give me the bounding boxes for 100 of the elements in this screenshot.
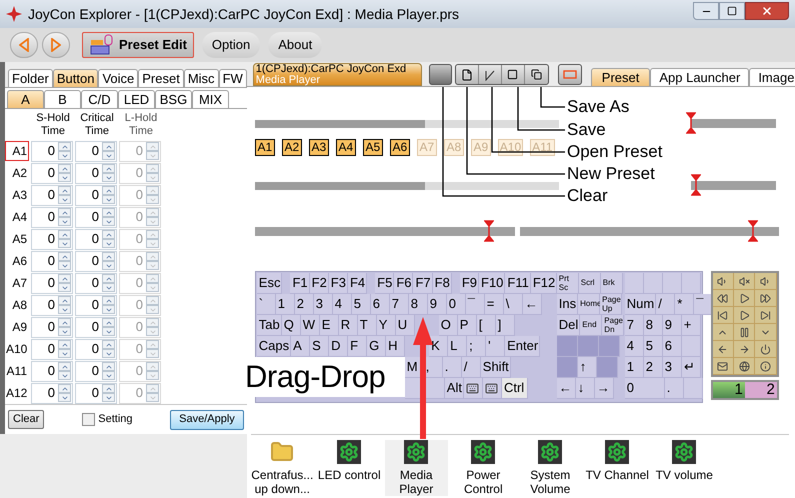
- number-spinner[interactable]: 0: [75, 228, 117, 250]
- maximize-button[interactable]: [719, 2, 745, 20]
- number-spinner[interactable]: 0: [31, 360, 73, 382]
- number-spinner[interactable]: 0: [31, 272, 73, 294]
- save-apply-button[interactable]: Save/Apply: [170, 410, 244, 430]
- keyboard-key[interactable]: 7: [624, 315, 644, 336]
- sub-tab[interactable]: B: [44, 90, 81, 108]
- clear-button[interactable]: Clear: [8, 410, 44, 429]
- media-pad-button[interactable]: [755, 358, 777, 375]
- keyboard-key[interactable]: Esc: [256, 273, 282, 294]
- keyboard-key[interactable]: ↓: [576, 378, 595, 399]
- keyboard-key[interactable]: W: [300, 315, 320, 336]
- fullscreen-button[interactable]: [558, 64, 582, 85]
- keyboard-key[interactable]: F6: [394, 273, 414, 294]
- media-pad-button[interactable]: [755, 290, 777, 307]
- sub-tab[interactable]: BSG: [155, 90, 192, 108]
- media-pad-button[interactable]: [712, 341, 734, 358]
- number-spinner[interactable]: 0: [75, 272, 117, 294]
- keyboard-key[interactable]: Shift: [480, 357, 511, 378]
- keyboard-key[interactable]: End: [580, 315, 602, 336]
- keyboard-key[interactable]: Scrl: [578, 273, 601, 294]
- launcher-item[interactable]: LED control: [318, 440, 381, 482]
- keyboard-key[interactable]: Y: [376, 315, 396, 336]
- keyboard-key[interactable]: Brk: [600, 273, 623, 294]
- keyboard-key[interactable]: /: [462, 357, 481, 378]
- keyboard-key[interactable]: 6: [662, 336, 682, 357]
- media-pad-button[interactable]: [734, 273, 756, 290]
- keyboard-key[interactable]: *: [675, 294, 694, 315]
- sub-tab[interactable]: LED: [118, 90, 155, 108]
- keyboard-key[interactable]: G: [367, 336, 386, 357]
- keyboard-key[interactable]: S: [310, 336, 330, 357]
- slot-button[interactable]: A4: [336, 139, 356, 156]
- keyboard-key[interactable]: Enter: [505, 336, 540, 357]
- keyboard-key[interactable]: ¯: [466, 294, 485, 315]
- number-spinner[interactable]: 0: [31, 338, 73, 360]
- keyboard-key[interactable]: 7: [390, 294, 409, 315]
- keyboard-key[interactable]: Tab: [256, 315, 282, 336]
- media-pad-button[interactable]: [755, 307, 777, 324]
- keyboard-key[interactable]: .: [442, 357, 462, 378]
- keyboard-key[interactable]: Page Up: [600, 294, 622, 315]
- number-spinner[interactable]: 0: [31, 228, 73, 250]
- keyboard-key[interactable]: 3: [662, 357, 682, 378]
- keyboard-key[interactable]: 5: [644, 336, 663, 357]
- sub-tab[interactable]: A: [7, 90, 44, 108]
- media-pad-button[interactable]: [755, 341, 777, 358]
- panel-tab[interactable]: Button: [52, 69, 98, 87]
- keyboard-key[interactable]: ↑: [578, 357, 597, 378]
- keyboard-key[interactable]: 8: [408, 294, 428, 315]
- keyboard-key[interactable]: 1: [624, 357, 644, 378]
- number-spinner[interactable]: 0: [75, 338, 117, 360]
- keyboard-key[interactable]: F1: [290, 273, 310, 294]
- media-pad-button[interactable]: [734, 341, 756, 358]
- setting-checkbox[interactable]: [82, 413, 96, 426]
- keyboard-key[interactable]: Q: [282, 315, 301, 336]
- number-spinner[interactable]: 0: [31, 140, 73, 162]
- keyboard-key[interactable]: Page Dn: [602, 315, 624, 336]
- close-button[interactable]: [745, 2, 789, 20]
- keyboard-key[interactable]: F3: [328, 273, 348, 294]
- keyboard-key[interactable]: 1: [276, 294, 295, 315]
- keyboard-key[interactable]: Ctrl: [502, 378, 528, 399]
- keyboard-key[interactable]: H: [386, 336, 406, 357]
- launcher-item[interactable]: TV volume: [652, 440, 716, 482]
- media-pad-button[interactable]: [712, 273, 734, 290]
- keyboard-key[interactable]: Ins: [556, 294, 578, 315]
- keyboard-key[interactable]: Num: [624, 294, 656, 315]
- keyboard-key[interactable]: Caps: [256, 336, 292, 357]
- number-spinner[interactable]: 0: [75, 294, 117, 316]
- media-pad-button[interactable]: [712, 358, 734, 375]
- keyboard-key[interactable]: F2: [310, 273, 329, 294]
- keyboard-key[interactable]: [: [476, 315, 496, 336]
- toolbar-tab[interactable]: About: [268, 32, 322, 58]
- keyboard-key[interactable]: T: [358, 315, 377, 336]
- media-pad-button[interactable]: [734, 324, 756, 341]
- keyboard-key[interactable]: /: [656, 294, 676, 315]
- number-spinner[interactable]: 0: [75, 140, 117, 162]
- launcher-item[interactable]: Power Control: [452, 440, 515, 496]
- launcher-item[interactable]: TV Channel: [586, 440, 649, 482]
- number-spinner[interactable]: 0: [75, 162, 117, 184]
- keyboard-key[interactable]: 3: [314, 294, 333, 315]
- panel-tab[interactable]: Misc: [184, 69, 219, 87]
- keyboard-key[interactable]: ←: [522, 294, 542, 315]
- keyboard-key[interactable]: 2: [644, 357, 663, 378]
- keyboard-key[interactable]: F10: [479, 273, 506, 294]
- keyboard-key[interactable]: D: [329, 336, 348, 357]
- media-pad-button[interactable]: [755, 324, 777, 341]
- media-pad-button[interactable]: [755, 273, 777, 290]
- keyboard-key[interactable]: 0: [624, 378, 665, 399]
- pad-page-tab[interactable]: 1: [712, 382, 745, 398]
- keyboard-key[interactable]: [482, 378, 502, 399]
- keyboard-key[interactable]: Alt: [444, 378, 464, 399]
- keyboard-key[interactable]: 9: [662, 315, 682, 336]
- keyboard-key[interactable]: →: [594, 378, 614, 399]
- media-pad-button[interactable]: [712, 290, 734, 307]
- number-spinner[interactable]: 0: [75, 360, 117, 382]
- panel-tab[interactable]: Voice: [98, 69, 138, 87]
- keyboard-key[interactable]: 4: [332, 294, 352, 315]
- keyboard-key[interactable]: 4: [624, 336, 644, 357]
- keyboard-key[interactable]: +: [682, 315, 701, 336]
- slot-button[interactable]: A2: [282, 139, 302, 156]
- keyboard-key[interactable]: L: [448, 336, 468, 357]
